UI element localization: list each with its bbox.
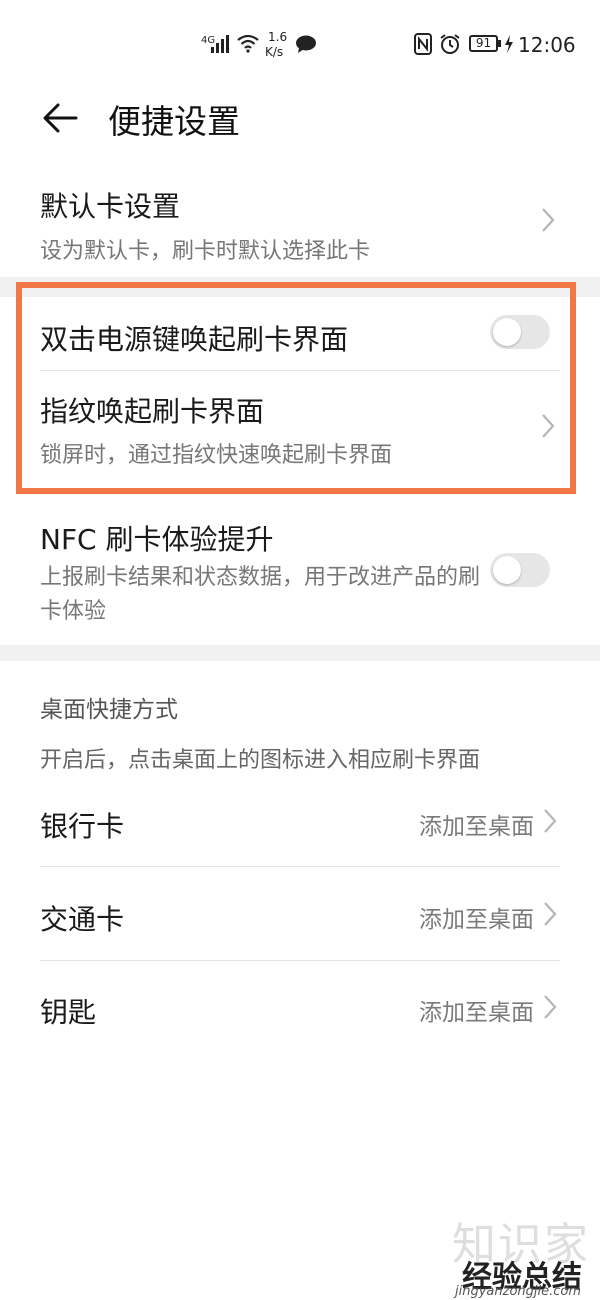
watermark-url: jingyanzongjie.com — [455, 1284, 582, 1299]
chevron-right-icon — [544, 902, 557, 926]
nfc-subtitle: 上报刷卡结果和状态数据，用于改进产品的刷卡体验 — [40, 565, 481, 624]
shortcut-label: 交通卡 — [40, 903, 125, 936]
section-gap — [0, 645, 600, 661]
highlight-box — [16, 282, 576, 494]
toggle-knob — [493, 556, 521, 584]
nfc-title: NFC 刷卡体验提升 — [40, 523, 274, 556]
shortcut-label: 银行卡 — [40, 810, 125, 843]
clock: 12:06 — [518, 33, 576, 57]
status-bar: 4G 1.6 K/s 91 12:06 — [0, 0, 600, 90]
network-speed-value: 1.6 — [268, 30, 288, 44]
chevron-right-icon — [544, 809, 557, 833]
cellular-signal-icon — [211, 35, 229, 53]
add-to-desktop-button[interactable]: 添加至桌面 — [419, 900, 534, 934]
page-title: 便捷设置 — [108, 102, 240, 141]
divider — [40, 960, 560, 961]
back-arrow-icon[interactable] — [40, 98, 80, 138]
nfc-icon — [414, 33, 432, 55]
add-to-desktop-button[interactable]: 添加至桌面 — [419, 807, 534, 841]
wifi-icon — [237, 34, 259, 53]
battery-level: 91 — [475, 36, 492, 50]
battery-icon: 91 — [469, 35, 498, 52]
divider — [40, 866, 560, 867]
network-speed-unit: K/s — [265, 45, 284, 59]
charging-icon — [505, 35, 513, 53]
shortcut-label: 钥匙 — [40, 996, 97, 1029]
shortcuts-section-title: 桌面快捷方式 — [40, 697, 178, 723]
chevron-right-icon — [542, 208, 555, 232]
battery-tip — [498, 40, 501, 47]
nfc-toggle[interactable] — [490, 553, 550, 587]
message-icon — [296, 35, 316, 53]
default-card-subtitle: 设为默认卡，刷卡时默认选择此卡 — [40, 239, 371, 264]
add-to-desktop-button[interactable]: 添加至桌面 — [419, 993, 534, 1027]
alarm-icon — [440, 34, 460, 54]
shortcuts-hint: 开启后，点击桌面上的图标进入相应刷卡界面 — [40, 748, 481, 773]
default-card-title: 默认卡设置 — [40, 190, 181, 223]
chevron-right-icon — [544, 995, 557, 1019]
